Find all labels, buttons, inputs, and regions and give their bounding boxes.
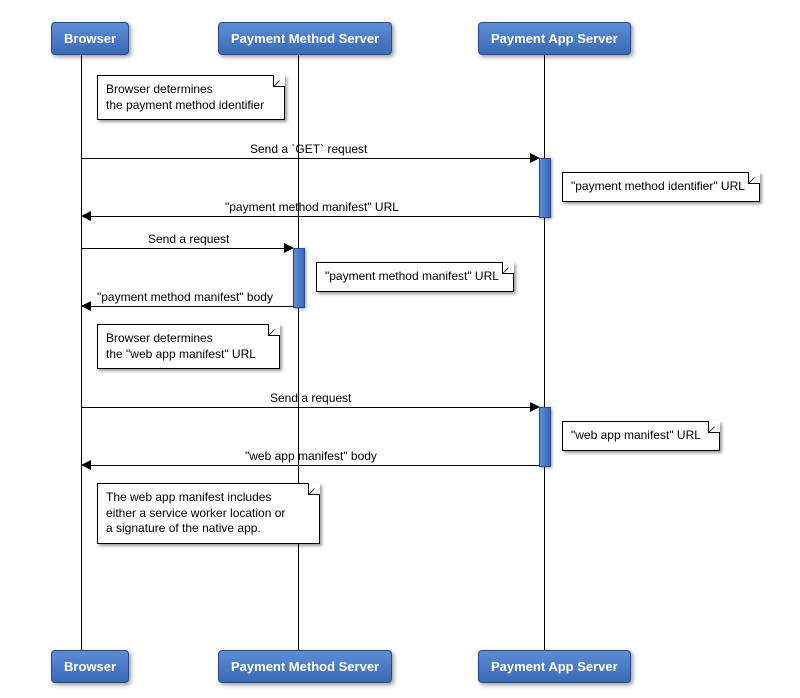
note-line: Browser determines <box>106 331 213 345</box>
participant-pms-bottom: Payment Method Server <box>218 650 392 683</box>
note-payment-method-identifier-url: "payment method identifier" URL <box>562 172 760 202</box>
msg-send-request-pas2: Send a request <box>270 391 351 405</box>
activation-pas-1 <box>539 158 551 218</box>
msg-payment-method-manifest-url: "payment method manifest" URL <box>225 200 399 214</box>
lifeline-browser <box>81 55 82 650</box>
arrow-m2 <box>91 216 539 217</box>
arrow-m3 <box>81 248 288 249</box>
arrowhead-m4 <box>81 301 91 311</box>
arrow-m5 <box>81 407 534 408</box>
msg-web-app-manifest-body: "web app manifest" body <box>245 449 377 463</box>
msg-send-get-request: Send a `GET` request <box>250 142 367 156</box>
participant-pas-bottom: Payment App Server <box>478 650 631 683</box>
participant-browser-bottom: Browser <box>51 650 129 683</box>
note-web-app-manifest-url: "web app manifest" URL <box>562 421 720 451</box>
note-line: either a service worker location or <box>106 506 285 520</box>
participant-pas-top: Payment App Server <box>478 22 631 55</box>
arrow-m4 <box>91 306 293 307</box>
activation-pas-2 <box>539 407 551 467</box>
note-line: a signature of the native app. <box>106 521 261 535</box>
participant-pms-top: Payment Method Server <box>218 22 392 55</box>
arrow-m6 <box>91 465 539 466</box>
arrow-m1 <box>81 158 534 159</box>
note-browser-determines-identifier: Browser determines the payment method id… <box>97 75 285 120</box>
participant-browser-top: Browser <box>51 22 129 55</box>
arrowhead-m6 <box>81 460 91 470</box>
note-payment-method-manifest-url: "payment method manifest" URL <box>316 262 514 292</box>
lifeline-pas <box>544 55 545 650</box>
note-line: The web app manifest includes <box>106 490 271 504</box>
activation-pms <box>293 248 305 308</box>
note-browser-determines-webapp-url: Browser determines the "web app manifest… <box>97 324 280 369</box>
note-line: the "web app manifest" URL <box>106 347 256 361</box>
note-line: the payment method identifier <box>106 98 264 112</box>
msg-payment-method-manifest-body: "payment method manifest" body <box>97 290 273 304</box>
note-web-app-manifest-includes: The web app manifest includes either a s… <box>97 483 320 544</box>
msg-send-request-pms: Send a request <box>148 232 229 246</box>
arrowhead-m2 <box>81 211 91 221</box>
note-line: Browser determines <box>106 82 213 96</box>
